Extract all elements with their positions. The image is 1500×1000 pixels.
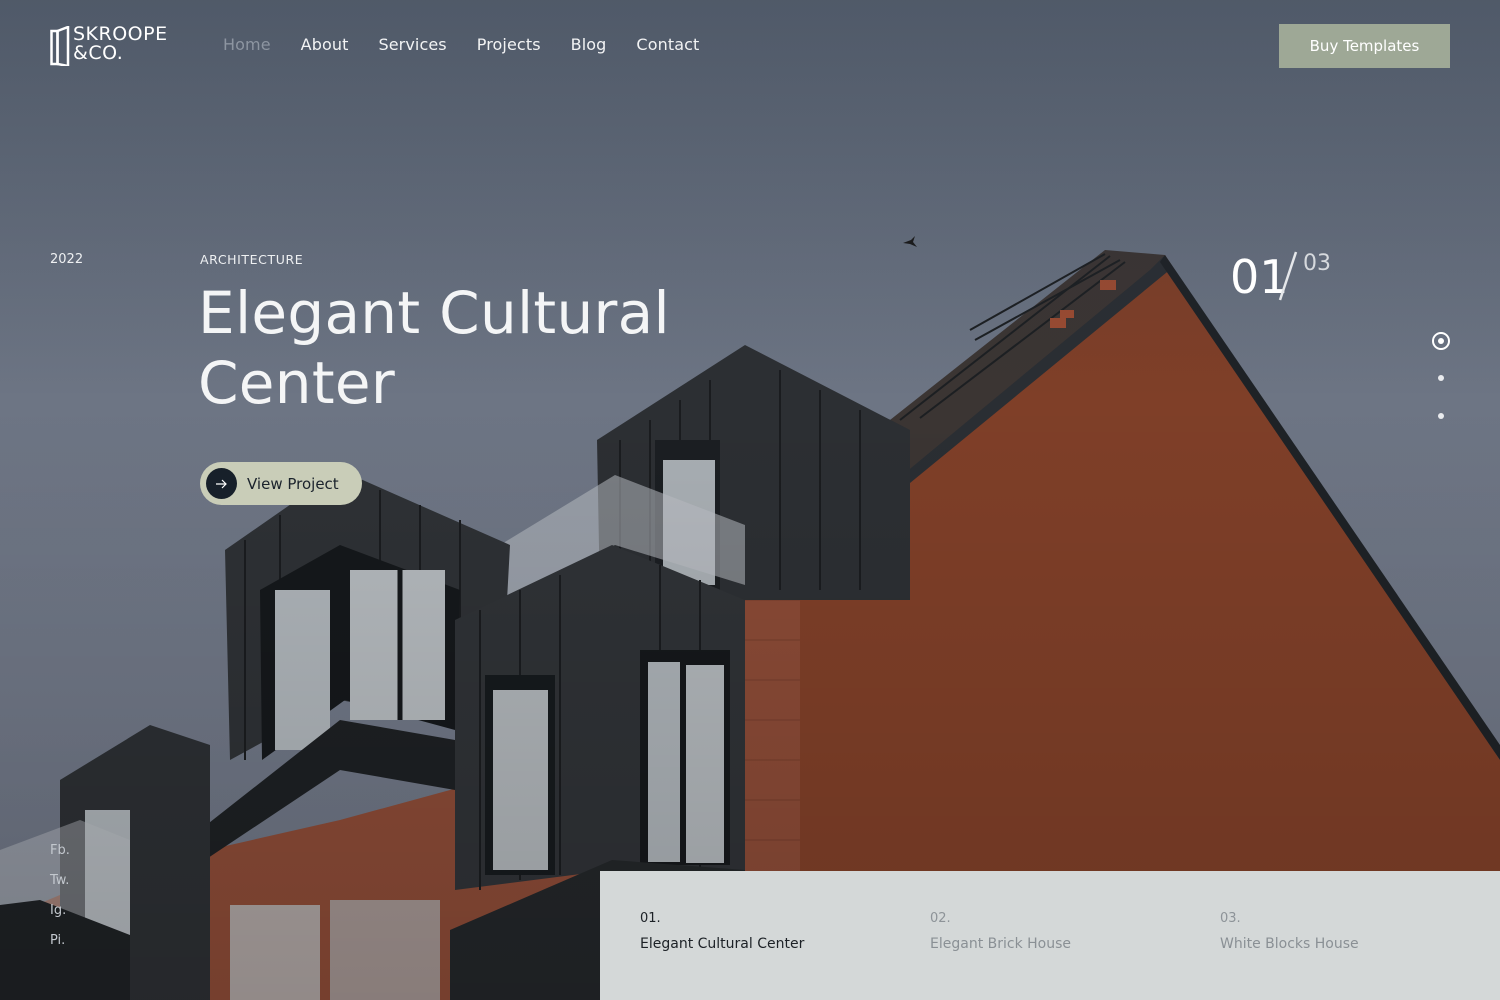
site-header: SKROOPE &CO. Home About Services Project… — [0, 0, 1500, 92]
nav-item-contact[interactable]: Contact — [636, 35, 699, 54]
project-name: White Blocks House — [1220, 936, 1359, 952]
project-name: Elegant Brick House — [930, 936, 1072, 952]
view-project-label: View Project — [247, 474, 339, 493]
social-link-twitter[interactable]: Tw. — [50, 872, 70, 902]
buy-templates-button[interactable]: Buy Templates — [1279, 24, 1450, 68]
slide-counter-divider — [1278, 251, 1298, 301]
social-link-pinterest[interactable]: Pi. — [50, 932, 70, 962]
hero-title-line-1: Elegant Cultural — [198, 279, 670, 347]
project-list-panel: 01. Elegant Cultural Center 02. Elegant … — [600, 871, 1500, 1000]
social-link-facebook[interactable]: Fb. — [50, 842, 70, 872]
project-number: 03. — [1220, 911, 1241, 926]
nav-item-blog[interactable]: Blog — [571, 35, 607, 54]
social-link-instagram[interactable]: Ig. — [50, 902, 70, 932]
project-number: 01. — [640, 911, 661, 926]
project-category: ARCHITECTURE — [200, 252, 304, 267]
slider-dot-1[interactable] — [1432, 332, 1450, 350]
nav-item-services[interactable]: Services — [378, 35, 446, 54]
hero-title: Elegant Cultural Center — [198, 278, 758, 418]
main-nav: Home About Services Projects Blog Contac… — [223, 35, 699, 54]
slide-counter-total: 03 — [1303, 251, 1331, 276]
project-item-3[interactable]: 03. White Blocks House — [1220, 911, 1490, 952]
nav-item-home[interactable]: Home — [223, 35, 271, 54]
project-name: Elegant Cultural Center — [640, 936, 805, 952]
project-item-1[interactable]: 01. Elegant Cultural Center — [640, 911, 910, 952]
social-links: Fb. Tw. Ig. Pi. — [50, 842, 70, 962]
nav-item-about[interactable]: About — [301, 35, 349, 54]
hero-title-line-2: Center — [198, 349, 396, 417]
project-number: 02. — [930, 911, 951, 926]
arrow-right-icon — [206, 468, 237, 499]
slider-dot-2[interactable] — [1438, 375, 1444, 381]
brand-line-2: &CO. — [73, 42, 124, 64]
project-item-2[interactable]: 02. Elegant Brick House — [930, 911, 1200, 952]
nav-item-projects[interactable]: Projects — [477, 35, 541, 54]
slider-dot-3[interactable] — [1438, 413, 1444, 419]
slider-dot-nav — [1428, 328, 1454, 428]
logo[interactable]: SKROOPE &CO. — [50, 25, 180, 68]
project-year: 2022 — [50, 252, 84, 267]
brand-name: SKROOPE &CO. — [73, 25, 168, 63]
logo-mark-icon — [50, 26, 70, 66]
view-project-button[interactable]: View Project — [200, 462, 362, 505]
